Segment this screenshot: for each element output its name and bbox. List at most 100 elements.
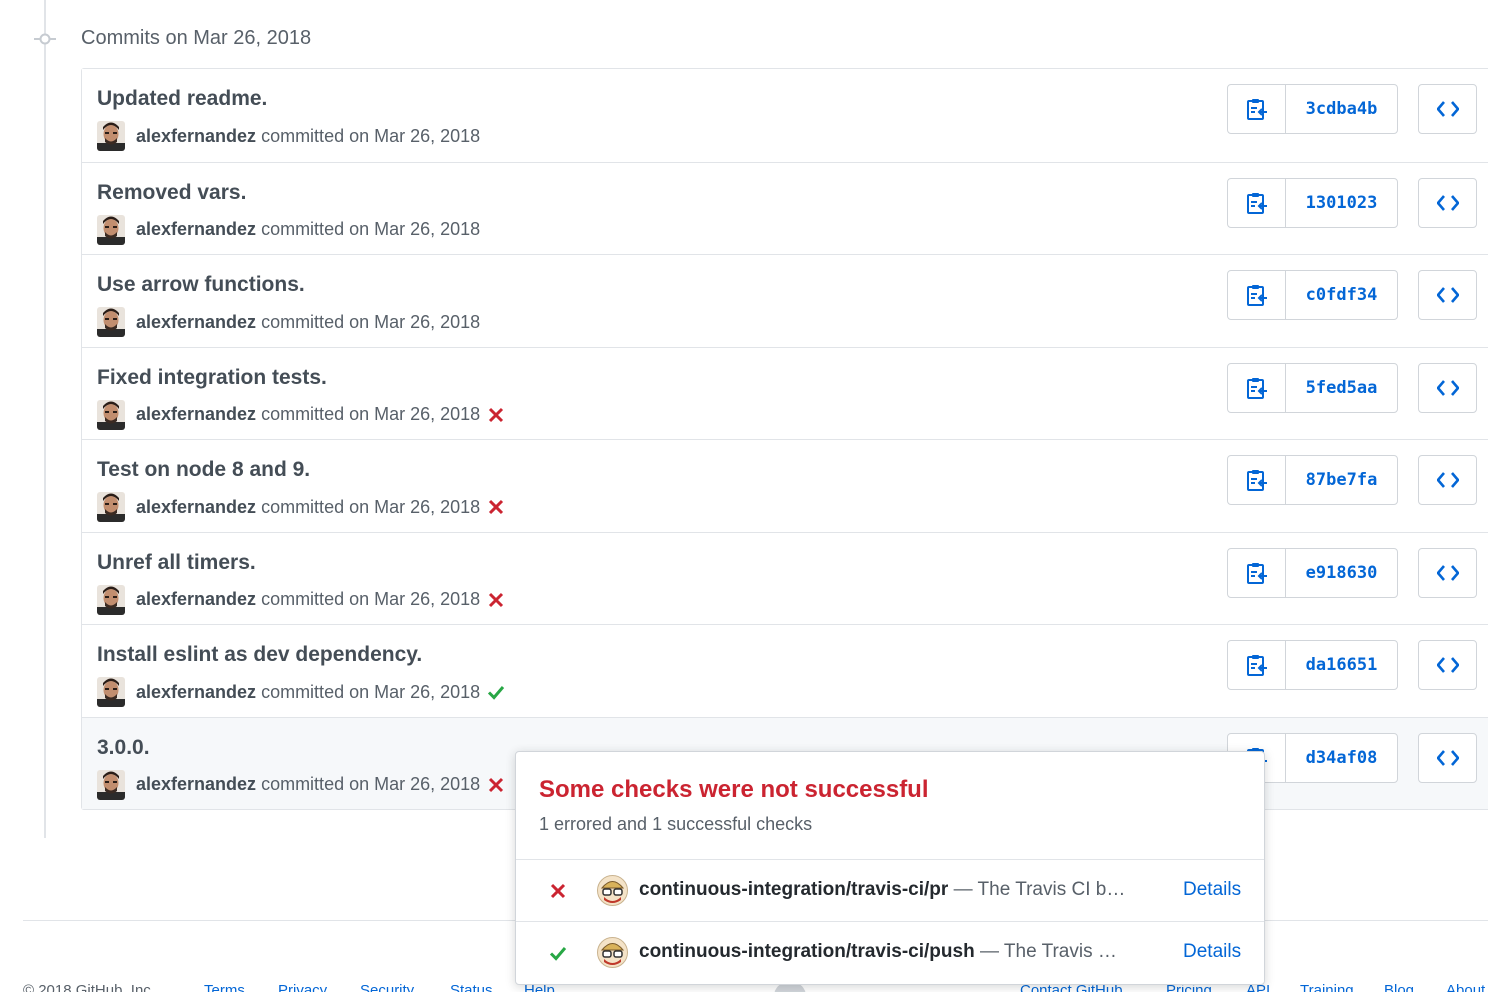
commit-meta: alexfernandez committed on Mar 26, 2018 [97,214,480,245]
clippy-icon [1246,192,1267,214]
browse-repo-button[interactable] [1418,362,1477,413]
check-row: continuous-integration/travis-ci/push — … [516,922,1264,984]
author-name[interactable]: alexfernandez [136,497,256,518]
author-avatar[interactable] [97,307,125,337]
check-summary: — The Travis CI build passed [979,941,1129,962]
git-commit-icon [34,33,56,45]
commit-sha-link[interactable]: c0fdf34 [1285,270,1398,320]
author-name[interactable]: alexfernandez [136,589,256,610]
commit-date: committed on Mar 26, 2018 [261,496,481,517]
browse-repo-button[interactable] [1418,732,1477,783]
commit-links: c0fdf34 [1227,270,1398,320]
commit-message[interactable]: Test on node 8 and 9. [97,458,310,482]
copy-sha-button[interactable] [1227,84,1286,134]
browse-repo-button[interactable] [1418,84,1477,134]
commit-group-title: Commits on Mar 26, 2018 [81,27,312,49]
browse-repo-button[interactable] [1418,270,1477,320]
footer-link[interactable]: Training [1300,982,1354,992]
author-avatar[interactable] [97,677,125,707]
commit-row: Removed vars. alexfernandez committed on… [82,161,1488,254]
code-icon [1436,379,1459,396]
commit-sha-link[interactable]: e918630 [1285,547,1398,598]
copy-sha-button[interactable] [1227,455,1286,505]
commit-sha-link[interactable]: d34af08 [1285,732,1398,783]
browse-repo-button[interactable] [1418,177,1477,228]
footer-link[interactable]: Security [360,982,414,992]
author-name[interactable]: alexfernandez [136,126,256,147]
clippy-icon [1246,562,1267,584]
commit-status-failure[interactable] [484,403,508,427]
footer-link[interactable]: Privacy [278,982,327,992]
travis-ci-avatar [597,875,628,906]
timeline-line [44,0,46,838]
footer-link[interactable]: Terms [204,982,245,992]
author-avatar[interactable] [97,399,125,430]
commit-row: Install eslint as dev dependency. alexfe… [82,624,1488,717]
author-avatar[interactable] [97,584,125,615]
browse-repo-button[interactable] [1418,547,1477,598]
commit-message[interactable]: Use arrow functions. [97,273,305,297]
commit-message[interactable]: Install eslint as dev dependency. [97,643,422,667]
copy-sha-button[interactable] [1227,270,1286,320]
commit-meta: alexfernandez committed on Mar 26, 2018 [97,307,480,337]
copy-sha-button[interactable] [1227,177,1286,228]
commit-message[interactable]: Updated readme. [97,87,267,111]
footer-link[interactable]: About [1446,982,1485,992]
author-name[interactable]: alexfernandez [136,312,256,333]
commit-links: 5fed5aa [1227,362,1398,413]
copy-sha-button[interactable] [1227,362,1286,413]
code-icon [1436,287,1459,303]
commit-status-failure[interactable] [484,495,508,519]
footer-copyright: © 2018 GitHub, Inc. [23,982,155,992]
commit-status-failure[interactable] [484,773,508,797]
commit-message[interactable]: Unref all timers. [97,551,256,575]
commit-links: 87be7fa [1227,455,1398,505]
commit-date: committed on Mar 26, 2018 [261,404,481,424]
browse-repo-button[interactable] [1418,640,1477,690]
check-details-link[interactable]: Details [1183,941,1241,963]
author-avatar[interactable] [97,121,125,151]
copy-sha-button[interactable] [1227,547,1286,598]
clippy-icon [1246,655,1267,676]
author-avatar[interactable] [97,214,125,245]
popover-title: Some checks were not successful [539,776,929,803]
commit-status-success[interactable] [484,680,508,704]
author-name[interactable]: alexfernandez [136,219,256,240]
travis-ci-avatar [597,937,628,968]
commit-links: 1301023 [1227,177,1398,228]
author-name[interactable]: alexfernandez [136,774,256,795]
footer-link[interactable]: Status [450,982,493,992]
commit-row: Use arrow functions. alexfernandez commi… [82,254,1488,347]
commit-sha-link[interactable]: 1301023 [1285,177,1398,228]
commit-row: Test on node 8 and 9. alexfernandez comm… [82,439,1488,532]
commit-sha-link[interactable]: da16651 [1285,640,1398,690]
commit-message[interactable]: Removed vars. [97,181,246,205]
commit-message[interactable]: 3.0.0. [97,736,150,760]
commit-date: committed on Mar 26, 2018 [261,125,481,146]
browse-repo-button[interactable] [1418,455,1477,505]
x-icon [489,777,504,792]
copy-sha-button[interactable] [1227,640,1286,690]
commit-row: Unref all timers. alexfernandez committe… [82,531,1488,624]
clippy-icon [1246,99,1267,120]
footer-link[interactable]: Blog [1384,982,1414,992]
commit-date: committed on Mar 26, 2018 [261,589,481,609]
commit-sha-link[interactable]: 5fed5aa [1285,362,1398,413]
check-details-link[interactable]: Details [1183,879,1241,901]
check-icon [488,686,505,700]
commit-meta: alexfernandez committed on Mar 26, 2018 [97,121,480,151]
author-avatar[interactable] [97,492,125,522]
author-name[interactable]: alexfernandez [136,682,256,703]
check-list: continuous-integration/travis-ci/pr — Th… [516,860,1264,984]
commit-meta: alexfernandez committed on Mar 26, 2018 [97,399,508,430]
check-icon [549,947,567,961]
commit-sha-link[interactable]: 87be7fa [1285,455,1398,505]
commit-message[interactable]: Fixed integration tests. [97,366,327,390]
commit-meta: alexfernandez committed on Mar 26, 2018 [97,769,508,800]
code-icon [1436,657,1459,673]
commit-status-failure[interactable] [484,588,508,612]
author-avatar[interactable] [97,769,125,800]
commit-sha-link[interactable]: 3cdba4b [1285,84,1398,134]
author-name[interactable]: alexfernandez [136,404,256,425]
commit-date: committed on Mar 26, 2018 [261,681,481,702]
